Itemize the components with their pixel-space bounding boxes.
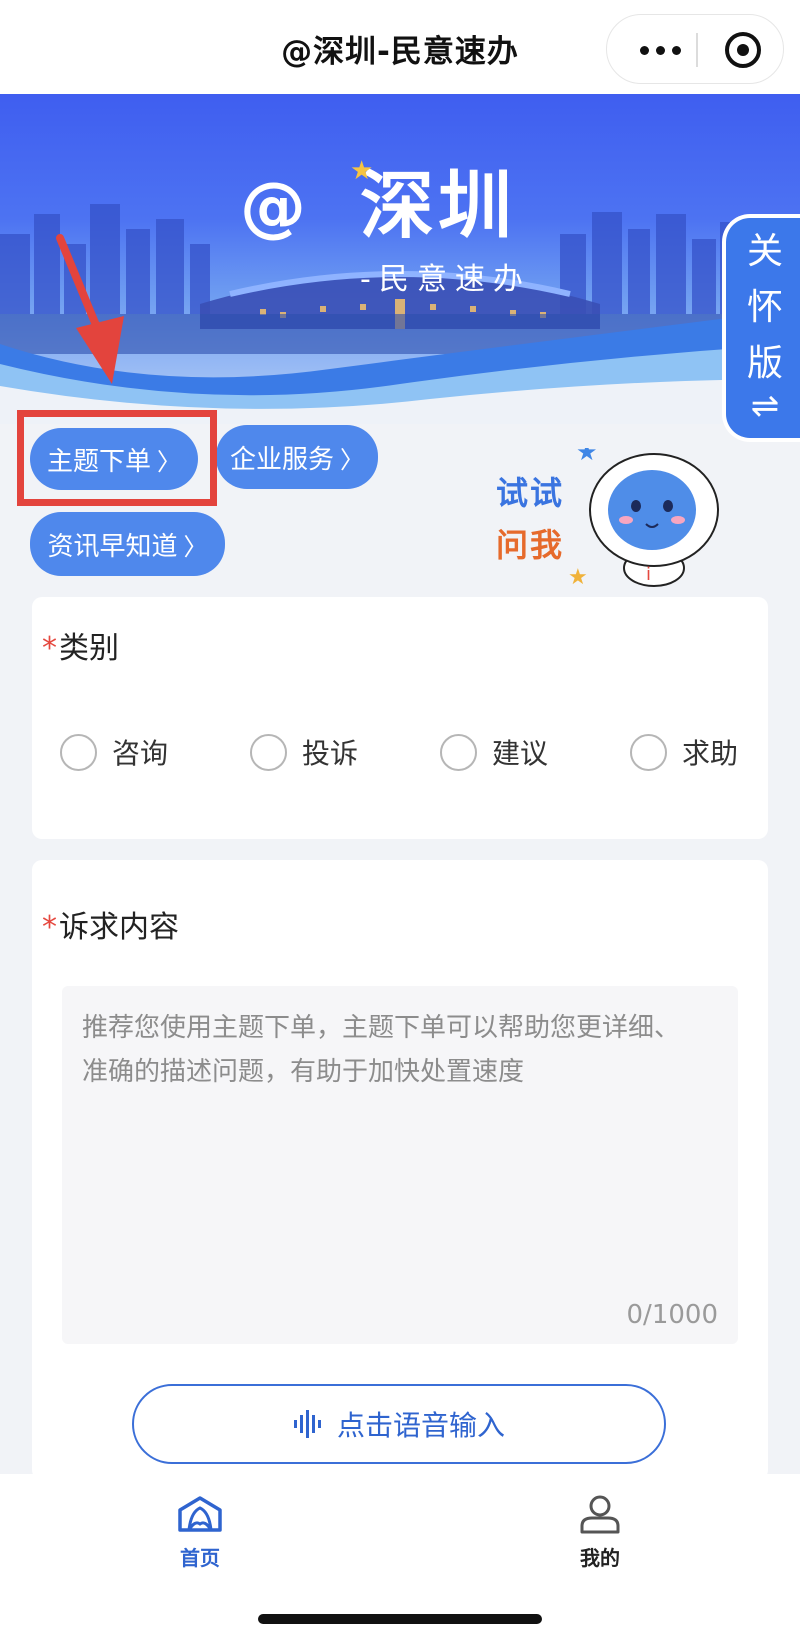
tab-home[interactable]: 首页 (140, 1494, 260, 1571)
category-card: *类别 咨询 投诉 建议 求助 (32, 597, 768, 839)
required-mark: * (42, 631, 57, 666)
radio-circle[interactable] (250, 733, 287, 771)
radio-label: 投诉 (302, 737, 359, 770)
tab-mine-label: 我的 (580, 1546, 620, 1570)
radio-consult[interactable]: 咨询 (60, 730, 168, 774)
news-label: 资讯早知道 (47, 531, 178, 562)
required-mark: * (42, 910, 57, 945)
ask-me-assistant[interactable]: 试试 问我 ★ ★ i (496, 448, 736, 588)
textarea-placeholder: 推荐您使用主题下单，主题下单可以帮助您更详细、准确的描述问题，有助于加快处置速度 (82, 1013, 681, 1087)
radio-help[interactable]: 求助 (630, 730, 738, 774)
radio-label: 建议 (492, 737, 549, 770)
request-content-card: *诉求内容 推荐您使用主题下单，主题下单可以帮助您更详细、准确的描述问题，有助于… (32, 860, 768, 1480)
category-label: *类别 (42, 623, 119, 667)
user-icon (580, 1495, 620, 1534)
home-icon (178, 1496, 222, 1532)
tab-mine[interactable]: 我的 (540, 1494, 660, 1571)
home-indicator (258, 1614, 542, 1624)
content-label-text: 诉求内容 (59, 910, 179, 945)
tab-home-label: 首页 (180, 1546, 220, 1570)
svg-text:★: ★ (576, 448, 598, 466)
char-counter: 0/1000 (626, 1300, 718, 1330)
news-button[interactable]: 资讯早知道 〉 (30, 512, 225, 576)
voice-wave-icon (293, 1410, 321, 1438)
svg-text:★: ★ (568, 565, 588, 588)
category-label-text: 类别 (59, 631, 119, 666)
request-content-textarea[interactable]: 推荐您使用主题下单，主题下单可以帮助您更详细、准确的描述问题，有助于加快处置速度… (62, 986, 738, 1344)
mascot-robot-icon: ★ ★ i (568, 448, 719, 588)
svg-text:i: i (646, 564, 651, 585)
red-arrow-annotation (56, 234, 124, 384)
content-label: *诉求内容 (42, 902, 179, 946)
enterprise-service-label: 企业服务 (229, 444, 334, 475)
radio-complaint[interactable]: 投诉 (250, 730, 358, 774)
radio-suggestion[interactable]: 建议 (440, 730, 548, 774)
enterprise-service-button[interactable]: 企业服务 〉 (216, 425, 378, 489)
radio-circle[interactable] (60, 733, 97, 771)
chevron-right-icon: 〉 (183, 532, 208, 561)
radio-circle[interactable] (440, 733, 477, 771)
highlight-box (17, 410, 217, 506)
voice-input-label: 点击语音输入 (336, 1409, 505, 1442)
radio-label: 咨询 (112, 737, 169, 770)
category-radio-group: 咨询 投诉 建议 求助 (60, 730, 760, 774)
radio-label: 求助 (682, 737, 739, 770)
voice-input-button[interactable]: 点击语音输入 (132, 1384, 666, 1464)
chevron-right-icon: 〉 (340, 445, 364, 474)
radio-circle[interactable] (630, 733, 667, 771)
